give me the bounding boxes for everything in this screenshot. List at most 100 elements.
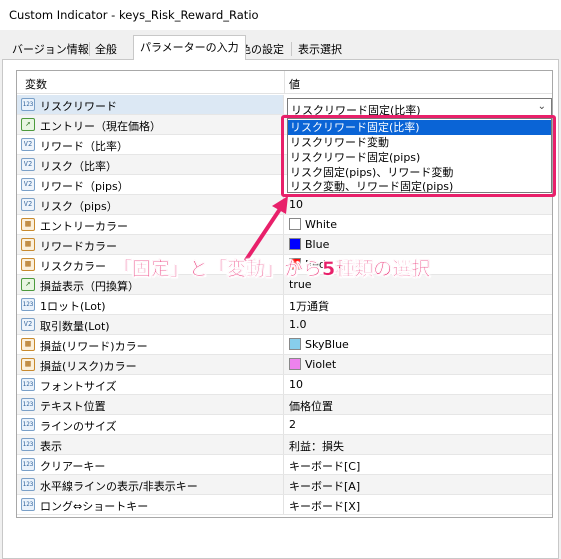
variable-cell: 123 1ロット(Lot) (17, 295, 284, 314)
variable-cell: 123 水平線ラインの表示/非表示キー (17, 475, 284, 494)
variable-name: リワード（比率） (40, 140, 128, 153)
variable-name: リワードカラー (40, 240, 117, 253)
integer-param-icon: 123 (21, 498, 35, 511)
variable-name: クリアーキー (40, 460, 106, 473)
value-text-wrap: 10 (289, 378, 303, 391)
highlight-box (281, 115, 556, 197)
double-param-icon: V2 (21, 138, 35, 151)
value-text: 10 (289, 378, 303, 391)
value-text: 利益：損失 (289, 440, 344, 453)
value-text-wrap: 利益：損失 (289, 438, 344, 454)
tab-parameters[interactable]: パラメーターの入力 (133, 35, 246, 60)
variable-cell: ↗ エントリー（現在価格） (17, 115, 284, 134)
value-cell[interactable]: SkyBlue (285, 335, 552, 354)
double-param-icon: V2 (21, 198, 35, 211)
table-row[interactable]: 123 表示 利益：損失 (17, 435, 552, 455)
variable-name: 表示 (40, 440, 62, 453)
double-param-icon: V2 (21, 158, 35, 171)
integer-param-icon: 123 (21, 458, 35, 471)
value-cell[interactable]: キーボード[C] (285, 455, 552, 474)
variable-cell: 123 表示 (17, 435, 284, 454)
value-text-wrap: キーボード[C] (289, 458, 360, 474)
window-title: Custom Indicator - keys_Risk_Reward_Rati… (9, 8, 259, 22)
chart-param-icon: ↗ (21, 278, 35, 291)
table-row[interactable]: V2 取引数量(Lot) 1.0 (17, 315, 552, 335)
value-text-wrap: 1.0 (289, 318, 307, 331)
variable-name: リスクカラー (40, 260, 106, 273)
variable-cell: V2 リワード（比率） (17, 135, 284, 154)
tab-version-info[interactable]: バージョン情報 (6, 38, 95, 59)
variable-cell: V2 取引数量(Lot) (17, 315, 284, 334)
variable-cell: ▦ 損益(リワード)カラー (17, 335, 284, 354)
variable-cell: ▦ 損益(リスク)カラー (17, 355, 284, 374)
table-row[interactable]: ▦ 損益(リスク)カラー Violet (17, 355, 552, 375)
value-cell[interactable]: 10 (285, 375, 552, 394)
table-row[interactable]: 123 1ロット(Lot) 1万通貨 (17, 295, 552, 315)
value-text-wrap: 価格位置 (289, 398, 333, 414)
variable-name: テキスト位置 (40, 400, 106, 413)
integer-param-icon: 123 (21, 418, 35, 431)
value-text: Violet (305, 358, 337, 371)
variable-name: エントリー（現在価格） (40, 120, 161, 133)
variable-name: リスク（pips） (40, 200, 118, 213)
value-text-wrap: Violet (289, 358, 336, 371)
value-cell[interactable]: キーボード[A] (285, 475, 552, 494)
color-param-icon: ▦ (21, 258, 35, 271)
variable-name: フォントサイズ (40, 380, 117, 393)
variable-name: リスク（比率） (40, 160, 117, 173)
variable-name: 水平線ラインの表示/非表示キー (40, 480, 198, 493)
value-cell[interactable]: 価格位置 (285, 395, 552, 414)
value-text: キーボード[C] (289, 460, 361, 473)
variable-cell: 123 リスクリワード (17, 95, 284, 114)
value-cell[interactable]: White (285, 215, 552, 234)
tab-visualization[interactable]: 表示選択 (292, 38, 348, 59)
value-text-wrap: 2 (289, 418, 296, 431)
variable-cell: 123 クリアーキー (17, 455, 284, 474)
table-row[interactable]: 123 水平線ラインの表示/非表示キー キーボード[A] (17, 475, 552, 495)
chart-param-icon: ↗ (21, 118, 35, 131)
variable-cell: 123 ラインのサイズ (17, 415, 284, 434)
table-row[interactable]: 123 クリアーキー キーボード[C] (17, 455, 552, 475)
value-text: キーボード[A] (289, 480, 361, 493)
variable-name: 取引数量(Lot) (40, 320, 110, 333)
color-swatch (289, 358, 301, 370)
value-text: 価格位置 (289, 400, 333, 413)
annotation-text: 「固定」と「変動」から5種類の選択 (113, 258, 431, 280)
value-cell[interactable]: Violet (285, 355, 552, 374)
integer-param-icon: 123 (21, 98, 35, 111)
value-text: キーボード[X] (289, 500, 361, 513)
value-text: SkyBlue (305, 338, 349, 351)
value-cell[interactable]: キーボード[X] (285, 495, 552, 514)
value-text: 2 (289, 418, 296, 431)
variable-name: ラインのサイズ (40, 420, 117, 433)
title-bar: Custom Indicator - keys_Risk_Reward_Rati… (0, 0, 561, 30)
tab-general[interactable]: 全般 (89, 38, 123, 59)
tab-strip: バージョン情報 全般 パラメーターの入力 色の設定 表示選択 (0, 30, 561, 60)
table-row[interactable]: 123 ロング⇔ショートキー キーボード[X] (17, 495, 552, 515)
variable-name: 1ロット(Lot) (40, 300, 106, 313)
value-text-wrap: キーボード[X] (289, 498, 360, 514)
value-cell[interactable]: 1万通貨 (285, 295, 552, 314)
value-cell[interactable]: 2 (285, 415, 552, 434)
variable-name: エントリーカラー (40, 220, 128, 233)
integer-param-icon: 123 (21, 298, 35, 311)
chevron-down-icon[interactable]: ⌄ (538, 101, 546, 112)
value-text-wrap: キーボード[A] (289, 478, 360, 494)
table-row[interactable]: ▦ 損益(リワード)カラー SkyBlue (17, 335, 552, 355)
value-cell[interactable]: 1.0 (285, 315, 552, 334)
table-row[interactable]: 123 テキスト位置 価格位置 (17, 395, 552, 415)
variable-name: リワード（pips） (40, 180, 129, 193)
value-cell[interactable]: 10 (285, 195, 552, 214)
variable-name: リスクリワード (40, 100, 117, 113)
header-variable: 変数 (25, 78, 47, 91)
integer-param-icon: 123 (21, 378, 35, 391)
integer-param-icon: 123 (21, 438, 35, 451)
color-param-icon: ▦ (21, 218, 35, 231)
table-row[interactable]: 123 ラインのサイズ 2 (17, 415, 552, 435)
table-row[interactable]: 123 フォントサイズ 10 (17, 375, 552, 395)
double-param-icon: V2 (21, 178, 35, 191)
value-cell[interactable]: 利益：損失 (285, 435, 552, 454)
value-text: 1万通貨 (289, 300, 329, 313)
value-cell[interactable]: Blue (285, 235, 552, 254)
table-header: 変数 値 (17, 71, 552, 94)
